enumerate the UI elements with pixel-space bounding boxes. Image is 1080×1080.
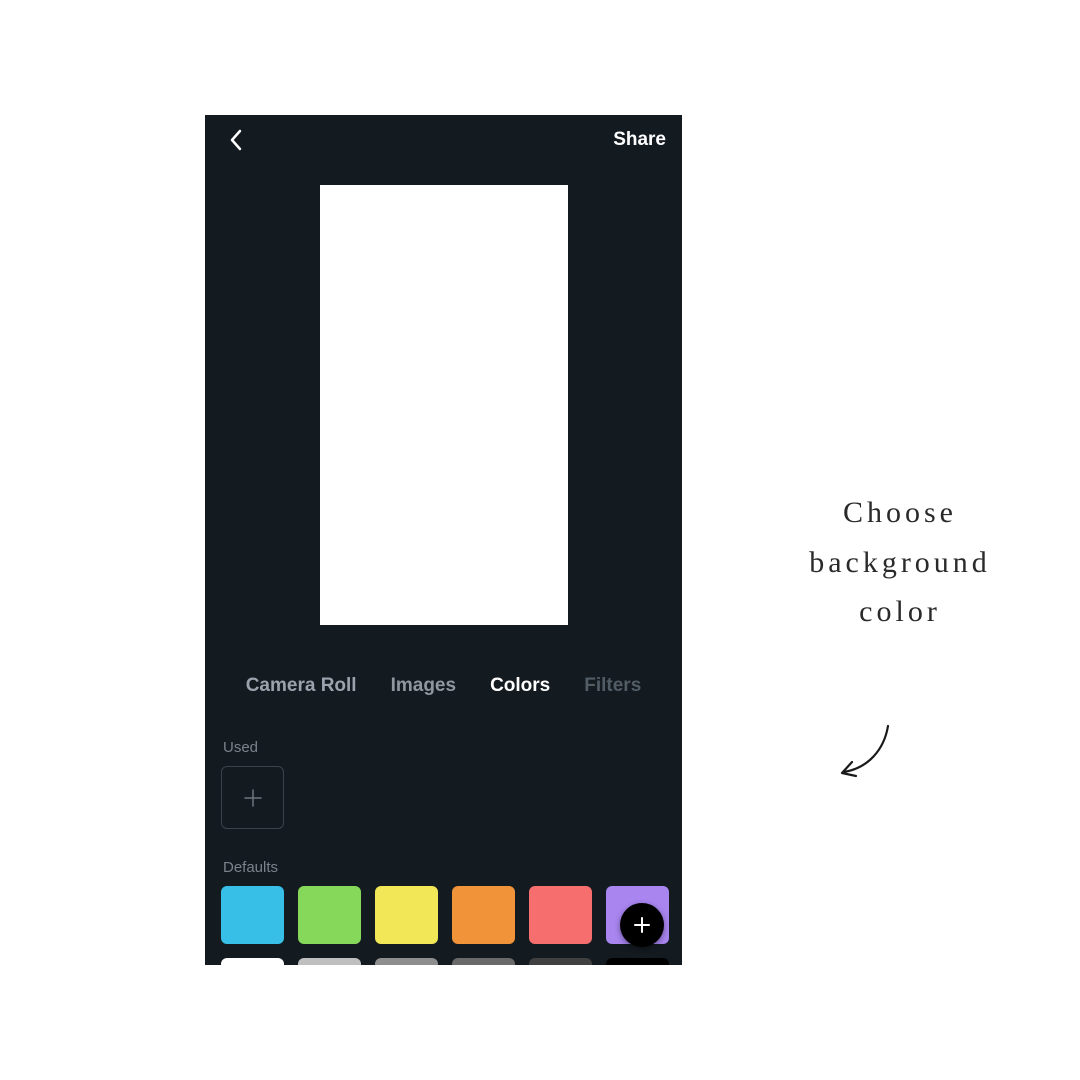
share-button[interactable]: Share [613,129,666,151]
back-button[interactable] [221,125,251,155]
color-swatch[interactable] [529,886,592,944]
default-colors-row-2 [205,944,682,965]
tab-filters[interactable]: Filters [584,675,641,697]
color-swatch[interactable] [221,886,284,944]
add-used-color-button[interactable] [221,766,284,829]
add-element-fab[interactable] [620,903,664,947]
chevron-left-icon [229,129,243,151]
color-swatch[interactable] [375,886,438,944]
defaults-section-label: Defaults [205,859,682,876]
color-swatch[interactable] [375,958,438,965]
annotation-line: color [859,595,941,628]
plus-icon [632,915,652,935]
tab-camera-roll[interactable]: Camera Roll [246,675,357,697]
annotation-line: background [809,546,991,579]
annotation-line: Choose [843,496,957,529]
tab-colors[interactable]: Colors [490,675,550,697]
color-swatch[interactable] [221,958,284,965]
used-section-label: Used [205,739,682,756]
plus-icon [242,787,264,809]
color-swatch[interactable] [606,958,669,965]
color-swatch[interactable] [452,958,515,965]
color-swatch[interactable] [529,958,592,965]
color-swatch[interactable] [298,958,361,965]
background-source-tabs: Camera Roll Images Colors Filters [205,675,682,697]
tab-images[interactable]: Images [391,675,456,697]
top-bar: Share [205,115,682,165]
canvas-area [205,185,682,625]
phone-frame: Share Camera Roll Images Colors Filters … [205,115,682,965]
annotation-caption: Choose background color [760,488,1040,637]
default-colors-row-1 [205,876,682,944]
arrow-icon [830,720,900,790]
design-canvas[interactable] [320,185,568,625]
used-colors-row [205,756,682,829]
color-swatch[interactable] [452,886,515,944]
color-swatch[interactable] [298,886,361,944]
